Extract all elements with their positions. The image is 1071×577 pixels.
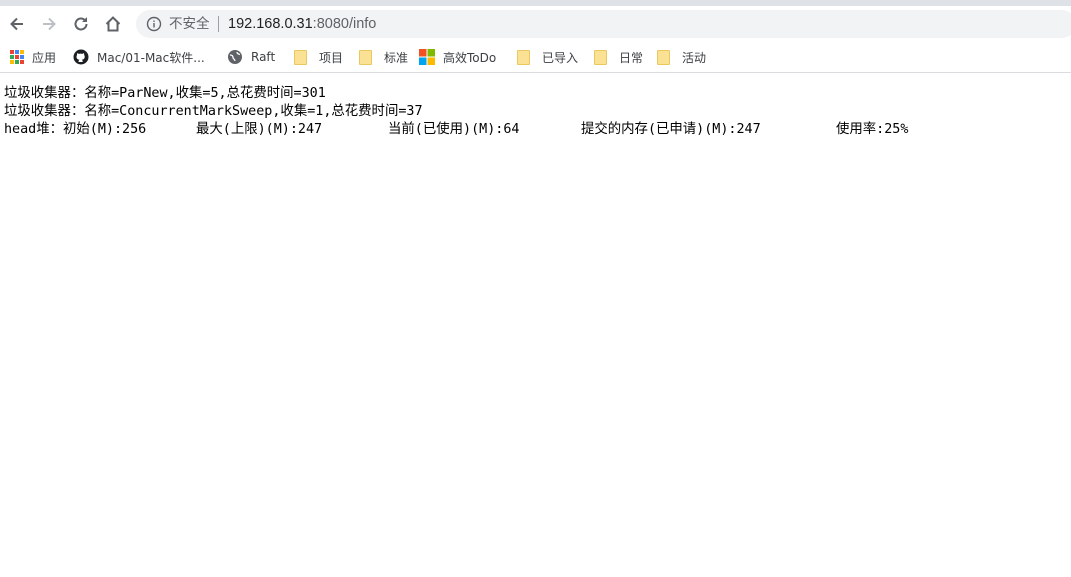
bookmark-label: 标准 bbox=[384, 50, 409, 65]
bookmarks-bar: 应用 Mac/01-Mac软件... Raft 项目 标准 高效ToDo 已导入… bbox=[0, 42, 1071, 73]
arrow-left-icon bbox=[10, 17, 23, 31]
bookmark-folder-activities[interactable]: 活动 bbox=[655, 47, 706, 67]
gc-line-parnew: 垃圾收集器：名称=ParNew,收集=5,总花费时间=301 bbox=[4, 86, 326, 101]
bookmark-folder-standards[interactable]: 标准 bbox=[357, 47, 408, 67]
github-icon bbox=[73, 49, 89, 65]
heap-committed: 提交的内存(已申请)(M):247 bbox=[581, 122, 761, 137]
bookmark-label: Mac/01-Mac软件... bbox=[97, 50, 205, 65]
bookmark-label: 高效ToDo bbox=[443, 50, 497, 65]
folder-icon bbox=[594, 49, 607, 65]
bookmark-label: 活动 bbox=[682, 50, 707, 65]
microsoft-icon bbox=[419, 49, 435, 65]
bookmark-folder-projects[interactable]: 项目 bbox=[292, 47, 343, 67]
folder-icon bbox=[517, 49, 530, 65]
url-text[interactable]: 192.168.0.31:8080/info bbox=[228, 14, 376, 34]
page-content: 垃圾收集器：名称=ParNew,收集=5,总花费时间=301 垃圾收集器：名称=… bbox=[4, 85, 1004, 139]
apps-grid-icon bbox=[10, 50, 24, 64]
globe-icon bbox=[228, 50, 242, 64]
bookmark-label: 已导入 bbox=[542, 50, 579, 65]
bookmark-mac-software[interactable]: Mac/01-Mac软件... bbox=[73, 47, 205, 67]
heap-used: 当前(已使用)(M):64 bbox=[388, 122, 520, 137]
url-host: 192.168.0.31 bbox=[228, 16, 313, 32]
info-icon[interactable] bbox=[146, 16, 162, 32]
folder-icon bbox=[294, 49, 307, 65]
bookmark-label: 项目 bbox=[319, 50, 344, 65]
reload-icon bbox=[74, 17, 88, 31]
folder-icon bbox=[657, 49, 670, 65]
forward-button[interactable] bbox=[37, 12, 61, 36]
home-icon bbox=[105, 16, 121, 32]
security-status[interactable]: 不安全 bbox=[169, 16, 210, 32]
heap-init: head堆：初始(M):256 bbox=[4, 122, 147, 137]
omnibox-divider bbox=[218, 16, 219, 32]
bookmark-apps[interactable]: 应用 bbox=[10, 47, 56, 67]
gc-line-cms: 垃圾收集器：名称=ConcurrentMarkSweep,收集=1,总花费时间=… bbox=[4, 104, 423, 119]
bookmark-label: 日常 bbox=[619, 50, 644, 65]
bookmark-folder-daily[interactable]: 日常 bbox=[592, 47, 643, 67]
bookmark-raft[interactable]: Raft bbox=[227, 47, 275, 67]
back-button[interactable] bbox=[5, 12, 29, 36]
bookmark-label: Raft bbox=[251, 50, 276, 64]
bookmark-todo[interactable]: 高效ToDo bbox=[419, 47, 496, 67]
url-path: :8080/info bbox=[312, 16, 377, 32]
home-button[interactable] bbox=[101, 12, 125, 36]
bookmark-folder-imported[interactable]: 已导入 bbox=[515, 47, 578, 67]
browser-toolbar: 不安全 192.168.0.31:8080/info bbox=[0, 6, 1071, 42]
folder-icon bbox=[359, 49, 372, 65]
reload-button[interactable] bbox=[69, 12, 93, 36]
heap-usage: 使用率:25% bbox=[836, 122, 909, 137]
heap-info-row: head堆：初始(M):256 最大(上限)(M):247 当前(已使用)(M)… bbox=[4, 121, 1004, 139]
heap-max: 最大(上限)(M):247 bbox=[196, 122, 323, 137]
bookmark-label: 应用 bbox=[32, 50, 57, 65]
arrow-right-icon bbox=[43, 17, 56, 31]
address-bar[interactable]: 不安全 192.168.0.31:8080/info bbox=[136, 10, 1071, 38]
